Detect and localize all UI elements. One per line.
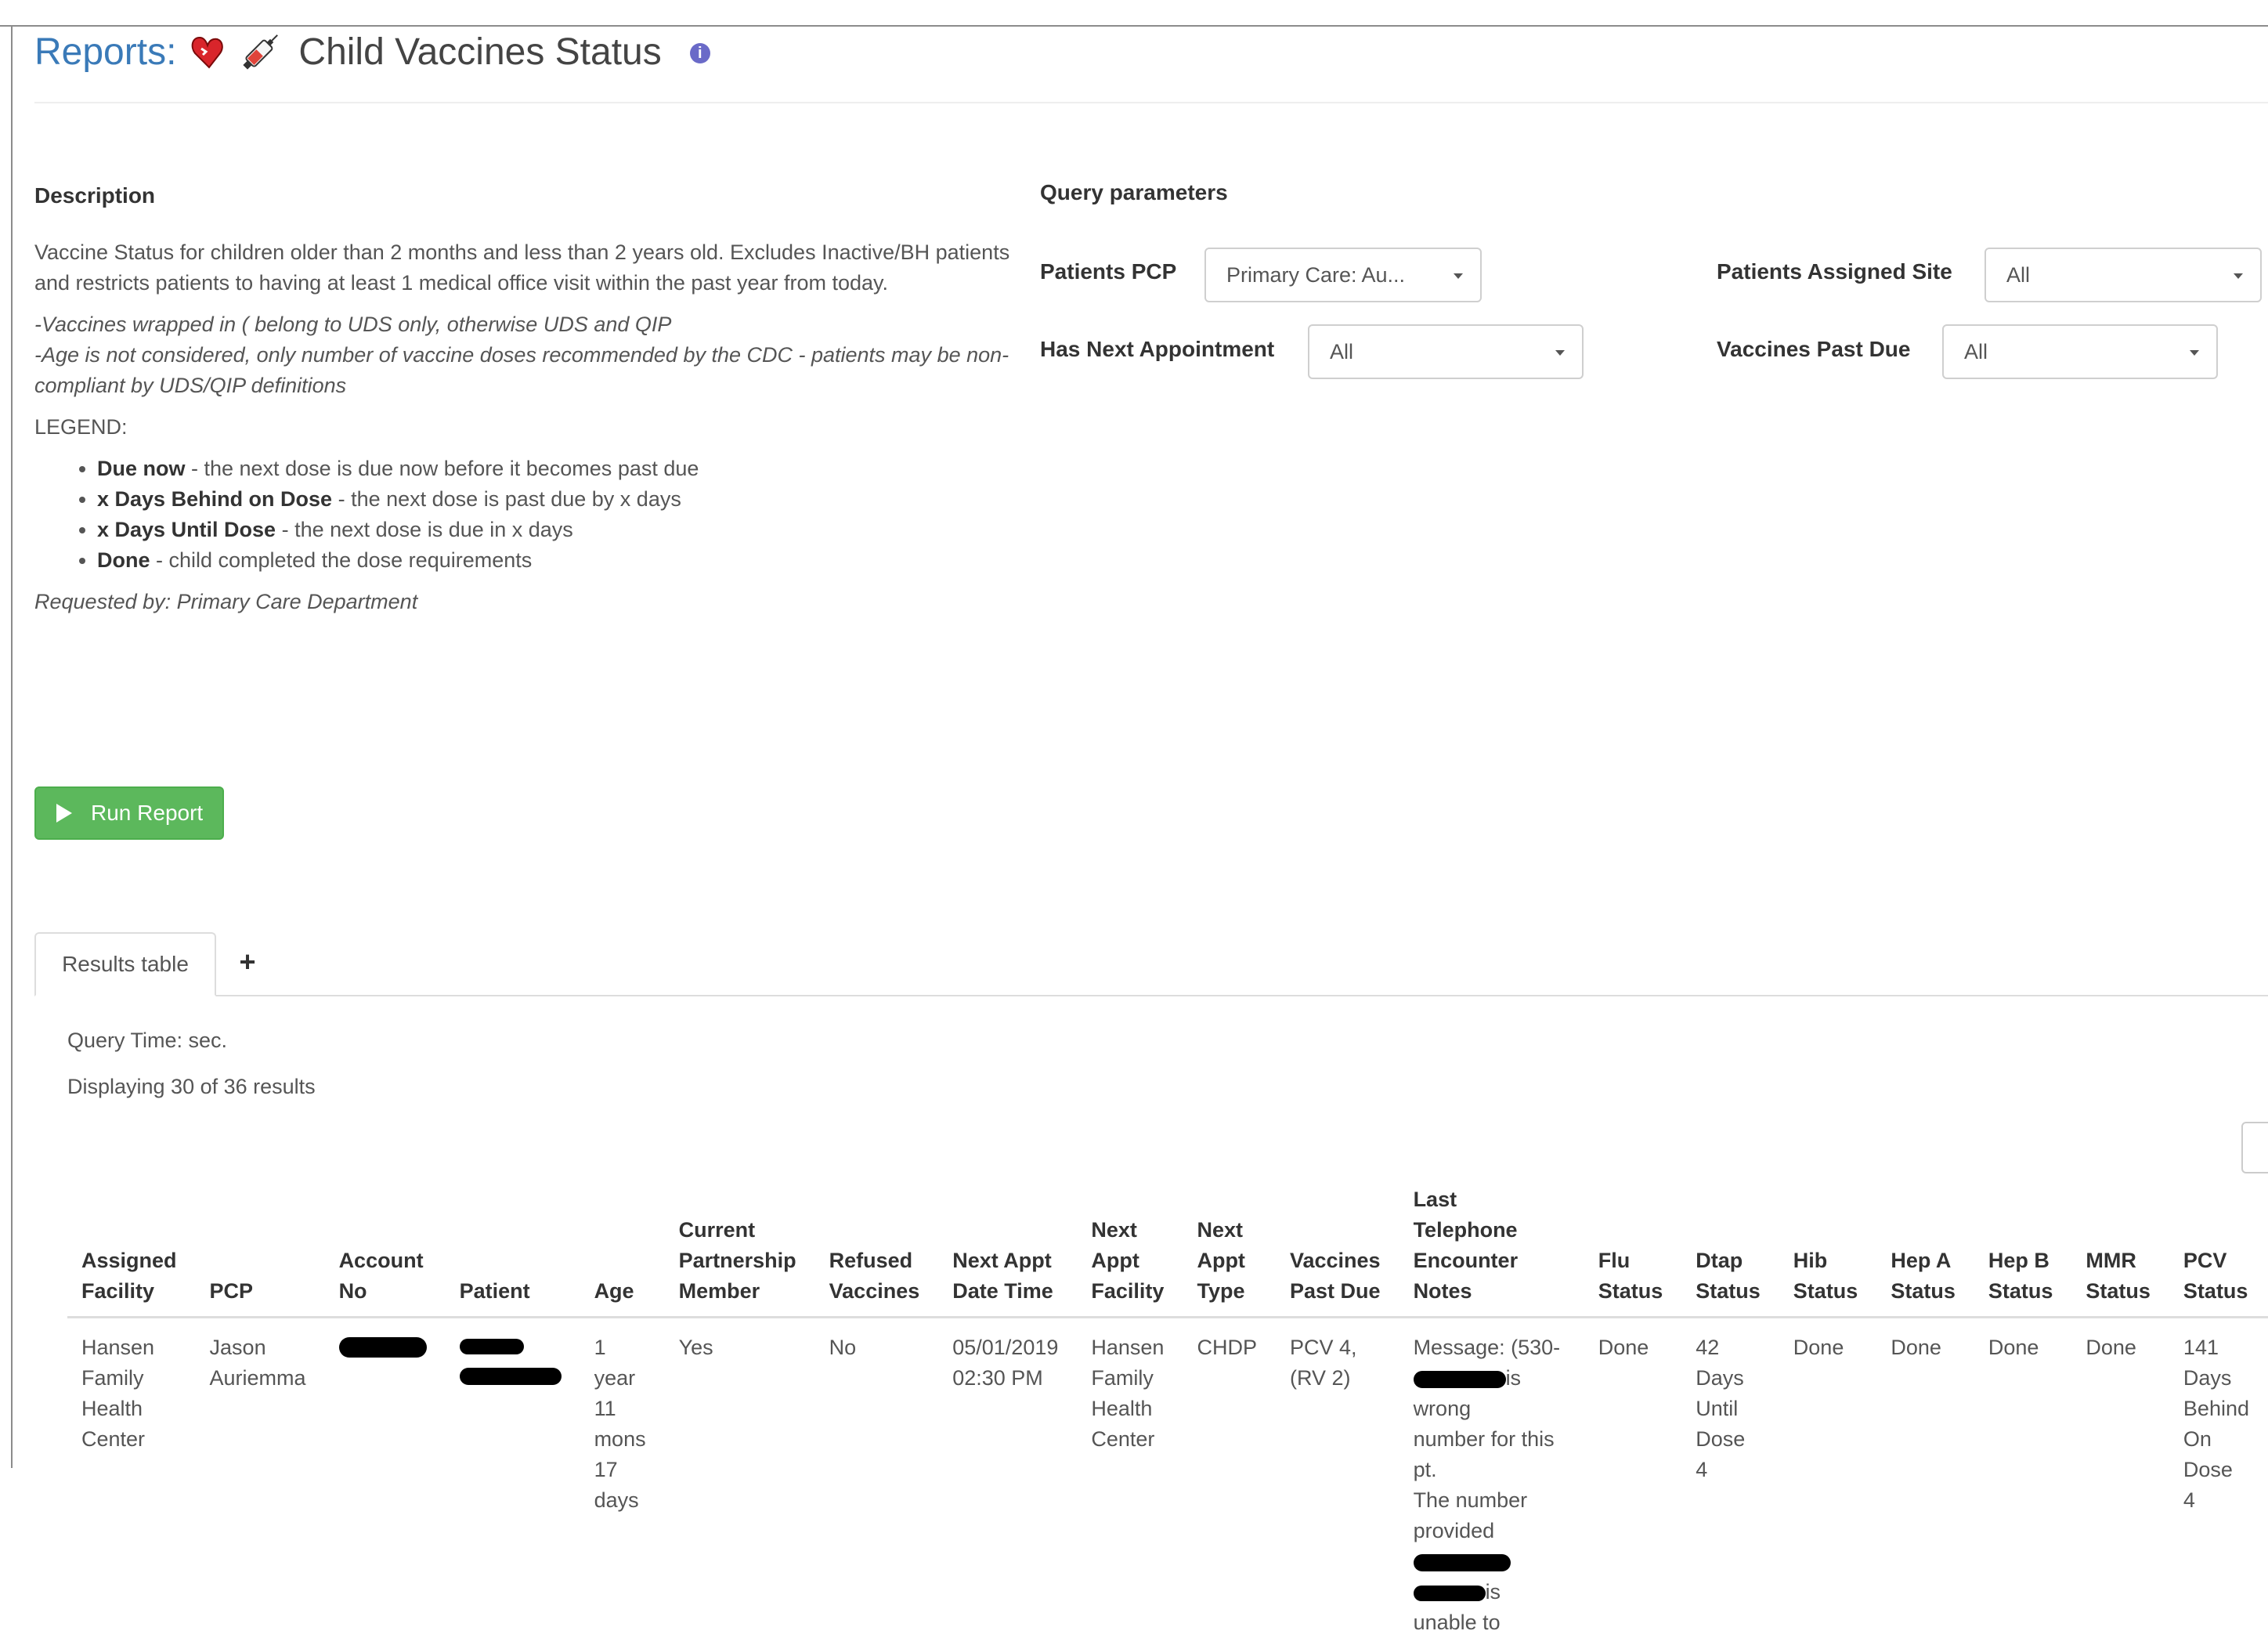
cell-age: 1year11mons17days — [580, 1318, 665, 1638]
col-last-telephone-encounter-notes[interactable]: Last TelephoneEncounter Notes — [1399, 1184, 1584, 1318]
window-left-border — [11, 25, 13, 1468]
col-next-appt-type[interactable]: NextApptType — [1183, 1184, 1276, 1318]
run-report-label: Run Report — [91, 801, 203, 826]
cell-hep-a-status: Done — [1876, 1318, 1974, 1638]
col-assigned-facility[interactable]: AssignedFacility — [67, 1184, 196, 1318]
run-report-button[interactable]: Run Report — [34, 786, 224, 840]
cell-next-appt-facility: HansenFamilyHealthCenter — [1077, 1318, 1183, 1638]
info-icon[interactable] — [690, 43, 710, 63]
chevron-down-icon — [1555, 350, 1565, 356]
description-summary: Vaccine Status for children older than 2… — [34, 237, 1013, 298]
chevron-down-icon — [2190, 350, 2199, 356]
cell-refused-vaccines: No — [815, 1318, 939, 1638]
export-button[interactable] — [2241, 1122, 2268, 1173]
col-hep-a-status[interactable]: Hep AStatus — [1876, 1184, 1974, 1318]
col-age[interactable]: Age — [580, 1184, 665, 1318]
query-parameters-heading: Query parameters — [1040, 180, 1228, 205]
cell-telephone-notes: Message: (530-is wrongnumber for this pt… — [1399, 1318, 1584, 1638]
syringe-icon — [237, 30, 284, 74]
col-vaccines-past-due[interactable]: VaccinesPast Due — [1276, 1184, 1399, 1318]
vaccines-past-due-label: Vaccines Past Due — [1717, 337, 1910, 362]
cell-mmr-status: Done — [2071, 1318, 2169, 1638]
heart-syringe-icon — [189, 30, 236, 74]
tab-results-table[interactable]: Results table — [34, 932, 216, 996]
col-pcv-status[interactable]: PCVStatus — [2169, 1184, 2268, 1318]
col-next-appt-date-time[interactable]: Next ApptDate Time — [938, 1184, 1077, 1318]
redacted-account-no — [339, 1337, 427, 1358]
redacted-number — [1414, 1554, 1511, 1571]
cell-hib-status: Done — [1779, 1318, 1877, 1638]
window-top-border — [0, 25, 2268, 27]
col-hep-b-status[interactable]: Hep BStatus — [1974, 1184, 2072, 1318]
description-note-age: -Age is not considered, only number of v… — [34, 340, 1013, 401]
legend-item-days-until: x Days Until Dose - the next dose is due… — [97, 515, 1013, 545]
redacted-patient-last — [460, 1368, 562, 1385]
col-next-appt-facility[interactable]: NextApptFacility — [1077, 1184, 1183, 1318]
vaccines-past-due-value: All — [1964, 340, 1988, 364]
col-dtap-status[interactable]: DtapStatus — [1681, 1184, 1779, 1318]
has-next-appointment-value: All — [1330, 340, 1353, 364]
patients-pcp-label: Patients PCP — [1040, 259, 1176, 284]
col-current-partnership-member[interactable]: CurrentPartnershipMember — [665, 1184, 815, 1318]
cell-pcp: JasonAuriemma — [196, 1318, 325, 1638]
col-flu-status[interactable]: FluStatus — [1584, 1184, 1682, 1318]
cell-current-partnership-member: Yes — [665, 1318, 815, 1638]
legend-list: Due now - the next dose is due now befor… — [34, 454, 1013, 576]
col-hib-status[interactable]: HibStatus — [1779, 1184, 1877, 1318]
add-tab-button[interactable]: + — [232, 945, 263, 979]
title-divider — [34, 102, 2268, 103]
vaccines-past-due-select[interactable]: All — [1942, 324, 2218, 379]
patients-pcp-value: Primary Care: Au... — [1226, 263, 1405, 287]
cell-assigned-facility: HansenFamilyHealthCenter — [67, 1318, 196, 1638]
cell-patient — [446, 1318, 580, 1638]
patients-pcp-select[interactable]: Primary Care: Au... — [1204, 248, 1482, 302]
legend-item-days-behind: x Days Behind on Dose - the next dose is… — [97, 484, 1013, 515]
description-note-uds: -Vaccines wrapped in ( belong to UDS onl… — [34, 309, 1013, 340]
cell-dtap-status: 42DaysUntilDose4 — [1681, 1318, 1779, 1638]
redacted-text — [1414, 1586, 1486, 1601]
patients-assigned-site-select[interactable]: All — [1984, 248, 2262, 302]
cell-vaccines-past-due: PCV 4,(RV 2) — [1276, 1318, 1399, 1638]
requested-by: Requested by: Primary Care Department — [34, 587, 1013, 617]
redacted-patient-first — [460, 1339, 524, 1354]
col-pcp[interactable]: PCP — [196, 1184, 325, 1318]
has-next-appointment-label: Has Next Appointment — [1040, 337, 1274, 362]
cell-pcv-status: 141DaysBehindOnDose4 — [2169, 1318, 2268, 1638]
chevron-down-icon — [1454, 273, 1463, 279]
legend-label: LEGEND: — [34, 412, 1013, 443]
cell-next-appt-date-time: 05/01/201902:30 PM — [938, 1318, 1077, 1638]
page-title: Reports: Child Vaccines Status — [34, 28, 710, 75]
description-heading: Description — [34, 180, 1013, 211]
cell-hep-b-status: Done — [1974, 1318, 2072, 1638]
chevron-down-icon — [2234, 273, 2243, 279]
col-account-no[interactable]: AccountNo — [325, 1184, 446, 1318]
col-patient[interactable]: Patient — [446, 1184, 580, 1318]
has-next-appointment-select[interactable]: All — [1308, 324, 1584, 379]
description-panel: Description Vaccine Status for children … — [34, 180, 1013, 628]
cell-flu-status: Done — [1584, 1318, 1682, 1638]
query-time: Query Time: sec. — [67, 1029, 227, 1053]
col-refused-vaccines[interactable]: RefusedVaccines — [815, 1184, 939, 1318]
report-title-text: Child Vaccines Status — [298, 31, 661, 74]
patients-assigned-site-label: Patients Assigned Site — [1717, 259, 1952, 284]
table-row[interactable]: HansenFamilyHealthCenter JasonAuriemma 1… — [67, 1318, 2268, 1638]
results-count: Displaying 30 of 36 results — [67, 1075, 316, 1099]
cell-next-appt-type: CHDP — [1183, 1318, 1276, 1638]
legend-item-due-now: Due now - the next dose is due now befor… — [97, 454, 1013, 484]
legend-item-done: Done - child completed the dose requirem… — [97, 545, 1013, 576]
redacted-phone — [1414, 1371, 1506, 1388]
patients-assigned-site-value: All — [2006, 263, 2030, 287]
table-header-row: AssignedFacility PCP AccountNo Patient A… — [67, 1184, 2268, 1318]
tabs-divider — [34, 995, 2268, 996]
reports-breadcrumb[interactable]: Reports: — [34, 31, 176, 74]
play-icon — [56, 804, 72, 823]
results-table: AssignedFacility PCP AccountNo Patient A… — [67, 1184, 2268, 1638]
col-mmr-status[interactable]: MMRStatus — [2071, 1184, 2169, 1318]
cell-account-no — [325, 1318, 446, 1638]
